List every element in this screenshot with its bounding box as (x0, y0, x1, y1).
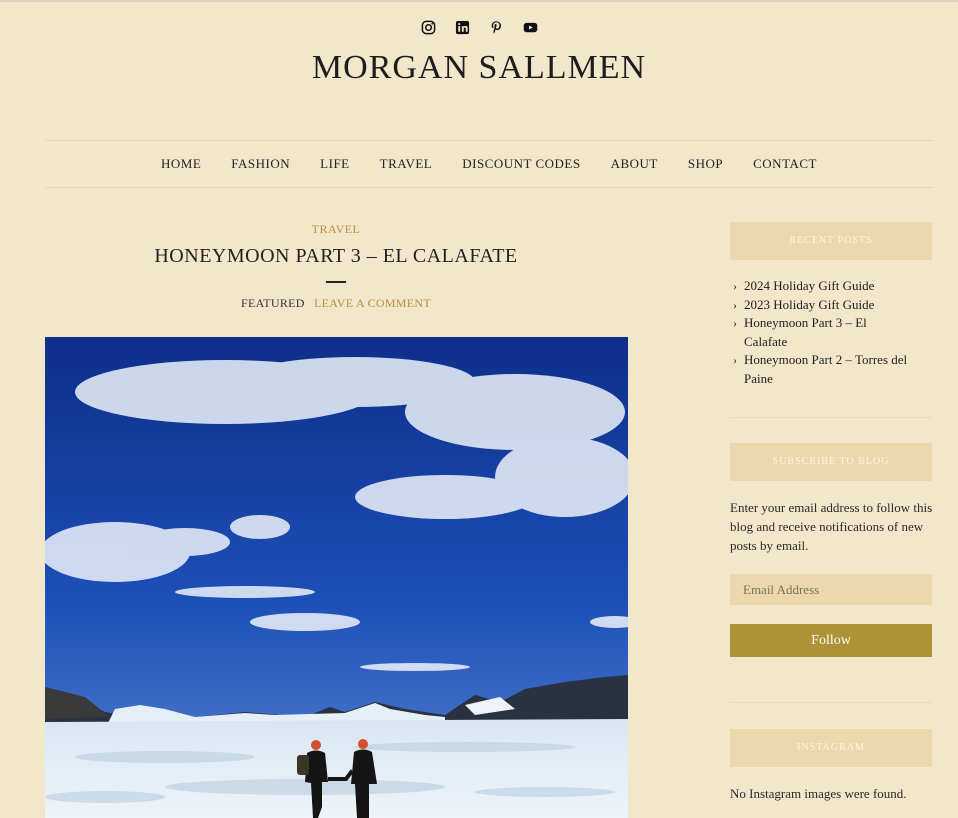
social-links (0, 17, 958, 37)
follow-button[interactable]: Follow (730, 624, 932, 657)
recent-post-link[interactable]: 2024 Holiday Gift Guide (744, 278, 874, 293)
featured-image (45, 337, 628, 818)
post-title: HONEYMOON PART 3 – EL CALAFATE (154, 245, 518, 267)
chevron-right-icon: › (733, 297, 737, 312)
subscribe-description: Enter your email address to follow this … (730, 500, 933, 553)
recent-posts-list: › 2024 Holiday Gift Guide › 2023 Holiday G… (733, 277, 932, 388)
nav-travel[interactable]: TRAVEL (380, 156, 433, 172)
chevron-right-icon: › (733, 353, 737, 367)
recent-post-link[interactable]: Honeymoon Part 3 – El Calafate (744, 315, 867, 349)
subscribe-heading: SUBSCRIBE TO BLOG (730, 443, 932, 481)
widget-divider (730, 702, 932, 703)
recent-post-item[interactable]: › 2024 Holiday Gift Guide (733, 277, 932, 296)
top-border (0, 0, 958, 2)
nav-life[interactable]: LIFE (320, 156, 349, 172)
email-field[interactable] (730, 574, 932, 605)
nav-shop[interactable]: SHOP (688, 156, 723, 172)
recent-post-link[interactable]: 2023 Holiday Gift Guide (744, 297, 874, 312)
site-title[interactable]: MORGAN SALLMEN (0, 49, 958, 87)
nav-fashion[interactable]: FASHION (231, 156, 290, 172)
post-category-link[interactable]: TRAVEL (45, 222, 627, 237)
instagram-heading: INSTAGRAM (730, 729, 932, 767)
youtube-icon[interactable] (520, 17, 540, 37)
chevron-right-icon: › (733, 279, 737, 293)
title-divider (326, 281, 346, 283)
instagram-empty-message: No Instagram images were found. (730, 786, 907, 801)
featured-label: FEATURED (240, 296, 305, 310)
pinterest-icon[interactable] (486, 17, 506, 37)
widget-divider (730, 417, 932, 418)
instagram-icon[interactable] (418, 17, 438, 37)
recent-post-item[interactable]: › Honeymoon Part 2 – Torres del Paine (733, 351, 919, 388)
nav-contact[interactable]: CONTACT (753, 156, 817, 172)
recent-posts-heading: RECENT POSTS (730, 222, 932, 260)
post-meta: FEATURED LEAVE A COMMENT (45, 296, 627, 311)
linkedin-icon[interactable] (452, 17, 472, 37)
nav-home[interactable]: HOME (161, 156, 201, 172)
main-navigation: HOME FASHION LIFE TRAVEL DISCOUNT CODES … (45, 140, 933, 188)
recent-post-item[interactable]: › 2023 Holiday Gift Guide (733, 296, 932, 315)
chevron-right-icon: › (733, 316, 737, 330)
recent-post-item[interactable]: › Honeymoon Part 3 – El Calafate (733, 314, 879, 351)
nav-about[interactable]: ABOUT (611, 156, 658, 172)
nav-discount-codes[interactable]: DISCOUNT CODES (462, 156, 580, 172)
leave-comment-link[interactable]: LEAVE A COMMENT (314, 296, 431, 310)
recent-post-link[interactable]: Honeymoon Part 2 – Torres del Paine (744, 352, 907, 386)
